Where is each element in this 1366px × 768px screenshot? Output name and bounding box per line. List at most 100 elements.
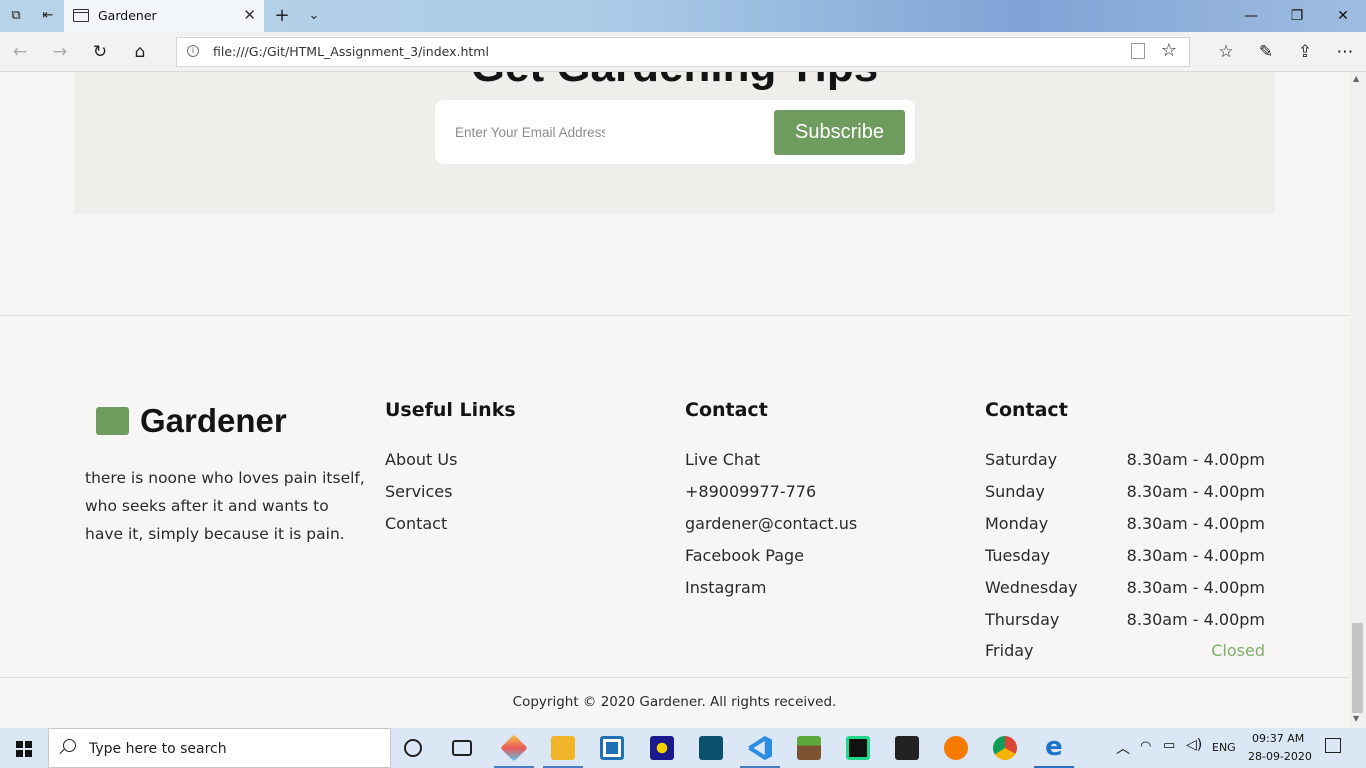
unity-icon[interactable] bbox=[895, 736, 919, 760]
contact-heading: Contact bbox=[685, 399, 768, 421]
vscode-icon[interactable] bbox=[748, 736, 772, 760]
cortana-icon[interactable] bbox=[404, 739, 422, 757]
newsletter-section: Get Gardening Tips Subscribe bbox=[74, 72, 1275, 214]
home-icon[interactable]: ⌂ bbox=[129, 41, 151, 63]
hours-time: 8.30am - 4.00pm bbox=[1126, 610, 1265, 629]
reading-view-icon[interactable] bbox=[1131, 43, 1145, 59]
hours-row: Friday Closed bbox=[985, 639, 1265, 665]
taskbar-search-placeholder: Type here to search bbox=[89, 741, 227, 757]
section-divider bbox=[0, 315, 1349, 316]
favorites-icon[interactable]: ☆ bbox=[1215, 41, 1237, 63]
copyright-text: Copyright © 2020 Gardener. All rights re… bbox=[512, 694, 837, 710]
scroll-thumb[interactable] bbox=[1352, 623, 1363, 713]
address-bar[interactable]: i file:///G:/Git/HTML_Assignment_3/index… bbox=[176, 37, 1190, 67]
hours-time: 8.30am - 4.00pm bbox=[1126, 546, 1265, 565]
tab-close-icon[interactable]: ✕ bbox=[243, 6, 256, 24]
hours-row: Thursday 8.30am - 4.00pm bbox=[985, 608, 1265, 640]
hours-day: Monday bbox=[985, 514, 1049, 533]
language-indicator[interactable]: ENG bbox=[1212, 741, 1236, 754]
opening-hours-list: Saturday 8.30am - 4.00pm Sunday 8.30am - 4… bbox=[985, 448, 1265, 665]
back-icon[interactable]: ← bbox=[9, 41, 31, 63]
hours-row: Saturday 8.30am - 4.00pm bbox=[985, 448, 1265, 480]
new-tab-icon[interactable]: + bbox=[272, 6, 292, 26]
edge-icon[interactable]: e bbox=[1042, 734, 1066, 760]
contact-email[interactable]: gardener@contact.us bbox=[685, 512, 857, 544]
pycharm-icon[interactable] bbox=[846, 736, 870, 760]
scroll-down-icon[interactable]: ▼ bbox=[1353, 714, 1359, 723]
link-contact[interactable]: Contact bbox=[385, 512, 457, 544]
audio-app-icon[interactable] bbox=[650, 736, 674, 760]
hours-day: Wednesday bbox=[985, 578, 1078, 597]
brand-name: Gardener bbox=[140, 402, 287, 439]
battery-icon[interactable]: ▭ bbox=[1163, 738, 1175, 753]
hours-heading: Contact bbox=[985, 399, 1068, 421]
contact-live-chat[interactable]: Live Chat bbox=[685, 448, 857, 480]
site-info-icon[interactable]: i bbox=[187, 45, 199, 57]
contact-phone[interactable]: +89009977-776 bbox=[685, 480, 857, 512]
windows-taskbar: Type here to search e ︿ ◠ ▭ ◁) ENG 09:37… bbox=[0, 728, 1366, 768]
clock-date[interactable]: 28-09-2020 bbox=[1248, 750, 1312, 763]
file-explorer-icon[interactable] bbox=[551, 736, 575, 760]
editor-app-icon[interactable] bbox=[699, 736, 723, 760]
hours-row: Wednesday 8.30am - 4.00pm bbox=[985, 576, 1265, 608]
close-window-icon[interactable]: ✕ bbox=[1320, 4, 1366, 28]
tab-actions-icon[interactable]: ⧉ bbox=[6, 6, 26, 26]
tab-list-chevron-icon[interactable]: ⌄ bbox=[304, 6, 324, 26]
forward-icon[interactable]: → bbox=[49, 41, 71, 63]
contact-facebook[interactable]: Facebook Page bbox=[685, 544, 857, 576]
hours-day: Thursday bbox=[985, 610, 1060, 629]
hours-day: Friday bbox=[985, 641, 1034, 660]
clock-time[interactable]: 09:37 AM bbox=[1252, 732, 1304, 745]
minimize-icon[interactable]: — bbox=[1228, 4, 1274, 28]
git-app-icon[interactable] bbox=[500, 734, 528, 762]
contact-instagram[interactable]: Instagram bbox=[685, 576, 857, 608]
taskbar-search[interactable]: Type here to search bbox=[48, 728, 391, 768]
logo-icon bbox=[96, 407, 129, 435]
hours-day: Saturday bbox=[985, 450, 1058, 469]
task-view-icon[interactable] bbox=[452, 740, 472, 756]
subscribe-form: Subscribe bbox=[435, 100, 915, 164]
brackets-icon[interactable] bbox=[600, 736, 624, 760]
hours-row: Monday 8.30am - 4.00pm bbox=[985, 512, 1265, 544]
useful-links-list: About Us Services Contact bbox=[385, 448, 457, 544]
link-services[interactable]: Services bbox=[385, 480, 457, 512]
search-icon bbox=[63, 739, 76, 752]
hours-time: 8.30am - 4.00pm bbox=[1126, 450, 1265, 469]
minecraft-icon[interactable] bbox=[797, 736, 821, 760]
pen-notes-icon[interactable]: ✎ bbox=[1255, 41, 1277, 63]
set-aside-tabs-icon[interactable]: ⇤ bbox=[38, 6, 58, 26]
subscribe-button[interactable]: Subscribe bbox=[774, 110, 905, 155]
restore-icon[interactable]: ❐ bbox=[1274, 4, 1320, 28]
hours-row: Tuesday 8.30am - 4.00pm bbox=[985, 544, 1265, 576]
chrome-icon[interactable] bbox=[993, 736, 1017, 760]
hours-day: Tuesday bbox=[985, 546, 1051, 565]
footer-about-text: there is noone who loves pain itself, wh… bbox=[85, 469, 365, 543]
action-center-icon[interactable] bbox=[1325, 738, 1341, 753]
hours-time: 8.30am - 4.00pm bbox=[1126, 482, 1265, 501]
browser-tab[interactable]: Gardener ✕ bbox=[64, 0, 264, 32]
page-scrollbar[interactable]: ▲ ▼ bbox=[1349, 72, 1366, 728]
hours-day: Sunday bbox=[985, 482, 1045, 501]
email-input[interactable] bbox=[455, 119, 605, 145]
refresh-icon[interactable]: ↻ bbox=[89, 41, 111, 63]
footer-brand[interactable]: Gardener bbox=[96, 402, 287, 440]
volume-icon[interactable]: ◁) bbox=[1186, 737, 1202, 753]
share-icon[interactable]: ⇪ bbox=[1294, 41, 1316, 63]
footer-divider bbox=[0, 677, 1349, 678]
contact-list: Live Chat +89009977-776 gardener@contact… bbox=[685, 448, 857, 608]
avast-icon[interactable] bbox=[944, 736, 968, 760]
newsletter-title: Get Gardening Tips bbox=[74, 72, 1275, 92]
more-menu-icon[interactable]: ⋯ bbox=[1334, 41, 1356, 63]
browser-navbar: ← → ↻ ⌂ i file:///G:/Git/HTML_Assignment… bbox=[0, 32, 1366, 72]
windows-logo-icon bbox=[16, 741, 32, 757]
hours-time: 8.30am - 4.00pm bbox=[1126, 514, 1265, 533]
link-about-us[interactable]: About Us bbox=[385, 448, 457, 480]
start-button[interactable] bbox=[0, 728, 48, 768]
useful-links-heading: Useful Links bbox=[385, 399, 516, 421]
tab-title: Gardener bbox=[98, 8, 157, 23]
tray-overflow-chevron-icon[interactable]: ︿ bbox=[1116, 738, 1130, 758]
scroll-up-icon[interactable]: ▲ bbox=[1353, 74, 1359, 83]
network-icon[interactable]: ◠ bbox=[1140, 739, 1151, 754]
add-favorite-star-icon[interactable]: ☆ bbox=[1161, 40, 1177, 61]
url-text[interactable]: file:///G:/Git/HTML_Assignment_3/index.h… bbox=[213, 44, 489, 59]
